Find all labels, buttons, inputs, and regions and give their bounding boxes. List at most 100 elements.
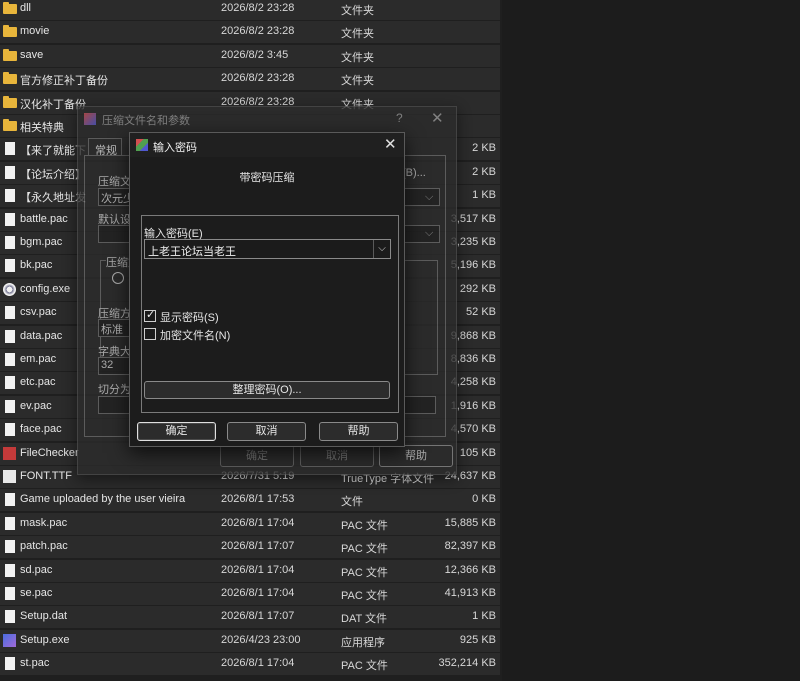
file-name: dll (20, 2, 32, 14)
close-icon[interactable]: ✕ (431, 109, 444, 127)
archive-name-label: 压缩文 (98, 176, 131, 188)
file-row[interactable]: Setup.exe 2026/4/23 23:00 应用程序 925 KB (0, 629, 500, 653)
document-icon (5, 236, 15, 249)
show-password-checkbox[interactable] (144, 308, 156, 322)
file-row[interactable]: se.pac 2026/8/1 17:04 PAC 文件 41,913 KB (0, 583, 500, 606)
close-icon[interactable]: ✕ (384, 135, 397, 153)
file-name: ev.pac (20, 399, 52, 412)
file-row[interactable]: patch.pac 2026/8/1 17:07 PAC 文件 82,397 KB (0, 536, 500, 560)
file-type: 文件夹 (341, 75, 374, 88)
file-date: 2026/8/1 17:04 (221, 516, 295, 529)
document-icon (5, 563, 15, 577)
file-row[interactable]: sd.pac 2026/8/1 17:04 PAC 文件 12,366 KB (0, 559, 500, 583)
file-date: 2026/8/2 23:28 (221, 25, 295, 38)
cancel-button[interactable]: 取消 (300, 445, 374, 467)
file-size: 105 KB (459, 446, 496, 459)
password-input[interactable]: 上老王论坛当老王 ⌵ (144, 239, 391, 259)
file-date: 2026/8/1 17:04 (221, 587, 295, 599)
file-name: battle.pac (20, 212, 68, 225)
ok-button[interactable]: 确定 (137, 422, 216, 441)
password-dialog: 输入密码 ✕ 带密码压缩 输入密码(E) 上老王论坛当老王 ⌵ 显示密码(S) … (129, 132, 405, 447)
file-size: 15,885 KB (444, 516, 496, 529)
file-name: se.pac (20, 587, 53, 599)
file-name: 官方修正补丁备份 (20, 75, 108, 88)
file-name: sd.pac (20, 563, 53, 576)
file-size: 82,397 KB (444, 540, 496, 553)
dictionary-value: 32 (101, 359, 114, 371)
folder-icon (3, 2, 17, 14)
help-icon[interactable]: ? (396, 111, 403, 125)
file-name: etc.pac (20, 376, 56, 389)
file-size: 0 KB (472, 493, 496, 506)
document-icon (5, 189, 15, 203)
file-name: bk.pac (20, 259, 53, 272)
file-size: 9,868 KB (450, 329, 496, 342)
folder-icon (3, 95, 17, 108)
manage-passwords-button[interactable]: 整理密码(O)... (144, 381, 390, 399)
file-date: 2026/8/2 3:45 (221, 48, 289, 61)
folder-icon (3, 72, 17, 85)
file-size: 52 KB (466, 306, 496, 319)
cancel-button[interactable]: 取消 (227, 422, 306, 441)
file-date: 2026/8/1 17:04 (221, 657, 295, 670)
tab-general[interactable]: 常规 (88, 138, 122, 157)
encrypt-names-checkbox[interactable] (144, 328, 156, 340)
file-name: patch.pac (20, 540, 68, 553)
document-icon (5, 587, 15, 600)
file-row[interactable]: movie 2026/8/2 23:28 文件夹 (0, 21, 500, 45)
file-row[interactable]: Setup.dat 2026/8/1 17:07 DAT 文件 1 KB (0, 606, 500, 630)
help-button[interactable]: 帮助 (379, 445, 453, 467)
file-type: DAT 文件 (341, 613, 388, 626)
file-name: mask.pac (20, 516, 68, 529)
file-type: 文件夹 (341, 51, 374, 64)
file-row[interactable]: save 2026/8/2 3:45 文件夹 (0, 44, 500, 68)
help-button[interactable]: 帮助 (319, 422, 398, 441)
file-type: PAC 文件 (341, 590, 388, 602)
document-icon (5, 399, 15, 413)
file-type: PAC 文件 (341, 519, 388, 532)
document-icon (5, 142, 15, 156)
document-icon (5, 329, 15, 343)
document-icon (5, 259, 15, 273)
checker-icon (3, 446, 16, 460)
file-size: 8,836 KB (450, 353, 496, 365)
chevron-down-icon[interactable]: ⌵ (425, 191, 433, 204)
document-icon (5, 212, 15, 226)
document-icon (5, 540, 15, 554)
file-date: 2026/8/1 17:07 (221, 540, 295, 553)
file-size: 2 KB (472, 165, 496, 178)
dictionary-dropdown[interactable]: 32 (98, 357, 130, 375)
file-size: 925 KB (459, 633, 496, 646)
file-size: 352,214 KB (438, 657, 497, 670)
browse-button[interactable]: (B)... (402, 167, 426, 179)
document-icon (5, 516, 15, 530)
file-name: 相关特典 (20, 122, 64, 134)
method-dropdown[interactable]: 标准 (98, 319, 130, 337)
winrar-icon (84, 113, 96, 125)
empty-background (502, 0, 800, 681)
file-row[interactable]: Game uploaded by the user vieira 2026/8/1… (0, 489, 500, 513)
file-size: 2 KB (472, 142, 496, 155)
file-name: save (20, 48, 44, 61)
file-type: PAC 文件 (341, 660, 388, 673)
file-size: 1 KB (472, 610, 496, 623)
file-row[interactable]: st.pac 2026/8/1 17:04 PAC 文件 352,214 KB (0, 653, 500, 677)
file-name: bgm.pac (20, 236, 63, 248)
file-size: 41,913 KB (444, 587, 496, 599)
file-date: 2026/8/1 17:07 (221, 610, 295, 623)
file-name: st.pac (20, 657, 50, 670)
chevron-down-icon[interactable]: ⌵ (373, 240, 390, 258)
file-row[interactable]: mask.pac 2026/8/1 17:04 PAC 文件 15,885 KB (0, 512, 500, 536)
ok-button[interactable]: 确定 (220, 445, 294, 467)
chevron-down-icon[interactable]: ⌵ (425, 227, 433, 240)
document-icon (5, 423, 15, 437)
file-row[interactable]: 官方修正补丁备份 2026/8/2 23:28 文件夹 (0, 68, 500, 92)
folder-icon (3, 25, 17, 38)
file-row[interactable]: dll 2026/8/2 23:28 文件夹 (0, 0, 500, 21)
file-size: 3,235 KB (450, 236, 496, 248)
format-radio[interactable] (112, 272, 124, 284)
file-size: 292 KB (459, 282, 496, 295)
encrypt-names-label: 加密文件名(N) (160, 330, 231, 342)
file-size: 4,258 KB (450, 376, 496, 389)
dialog-title: 压缩文件名和参数 (102, 115, 190, 127)
